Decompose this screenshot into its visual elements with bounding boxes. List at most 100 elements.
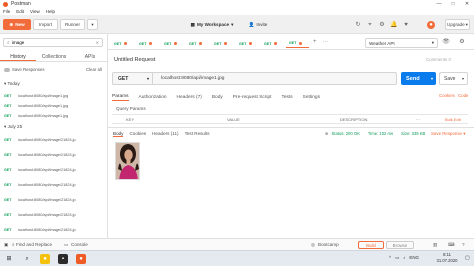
sidebar-search[interactable]: ⌕ ✕ (3, 38, 103, 47)
request-tab[interactable]: GET (111, 39, 134, 48)
volume-icon[interactable]: ♪ (403, 255, 405, 261)
upgrade-button[interactable]: Upgrade ▾ (445, 19, 470, 30)
favorites-heart-icon[interactable]: ♥ (402, 21, 410, 29)
clear-search-icon[interactable]: ✕ (96, 40, 99, 45)
history-item[interactable]: GET localhost:8080/api/image1.jpg (4, 91, 104, 101)
send-button[interactable]: Send ▾ (401, 72, 436, 85)
more-tabs-icon[interactable]: ··· (323, 39, 328, 45)
network-icon[interactable]: ▭ (395, 255, 399, 261)
bulk-edit-link[interactable]: Bulk Edit (445, 117, 461, 122)
language-indicator[interactable]: ENG (409, 255, 419, 261)
tab-apis[interactable]: APIs (72, 52, 108, 61)
response-tab-body[interactable]: Body (113, 131, 124, 137)
invite-button[interactable]: 👤 Invite (245, 19, 271, 30)
bootcamp-button[interactable]: Bootcamp (318, 242, 339, 247)
request-tab[interactable]: GET (186, 39, 209, 48)
menu-file[interactable]: File (3, 9, 10, 14)
request-tab[interactable]: GET (161, 39, 184, 48)
console-button[interactable]: Console (71, 242, 88, 247)
build-button[interactable]: Build (358, 241, 384, 249)
postman-app-icon[interactable]: ● (76, 254, 86, 264)
menu-view[interactable]: View (30, 9, 40, 14)
sidebar-search-input[interactable] (11, 40, 92, 45)
sidebar-toggle-icon[interactable]: ▣ (4, 242, 8, 248)
save-response-button[interactable]: Save Response ▾ (431, 131, 465, 137)
tab-authorization[interactable]: Authorization (139, 95, 167, 100)
request-tab[interactable]: GET (211, 39, 234, 48)
interceptor-icon[interactable]: ⌖ (366, 21, 374, 29)
request-tab[interactable]: GET (236, 39, 259, 48)
history-group-july-25[interactable]: ▾ July 25 (4, 124, 22, 130)
console-icon[interactable]: ▭ (64, 242, 68, 248)
url-input[interactable]: localhost:8080/api/image1.jpg (152, 72, 397, 85)
tab-collections[interactable]: Collections (36, 52, 72, 61)
environment-select[interactable]: Weather API ▾ (365, 38, 438, 48)
response-tab-test-results[interactable]: Test Results (185, 131, 210, 137)
request-title[interactable]: Untitled Request (114, 57, 155, 63)
new-tab-plus-icon[interactable]: + (313, 39, 317, 45)
tab-body[interactable]: Body (212, 95, 223, 100)
history-item[interactable]: GET localhost:8080/api/image/21824.jp (4, 210, 104, 220)
workspace-switcher[interactable]: ▦ My Workspace ▾ (183, 19, 241, 30)
chevron-down-icon[interactable]: ▾ (431, 76, 433, 81)
windows-start-icon[interactable]: ⊞ (4, 254, 14, 264)
history-item[interactable]: GET localhost:8080/api/image/21824.jp (4, 165, 104, 175)
search-icon[interactable]: ⌕ (22, 254, 32, 264)
save-responses-toggle[interactable]: Save Responses (4, 67, 45, 72)
history-item[interactable]: GET localhost:8080/api/image1.jpg (4, 111, 104, 121)
maximize-button[interactable]: □ (446, 1, 460, 7)
keyboard-shortcuts-icon[interactable]: ⌨ (448, 242, 455, 248)
history-item[interactable]: GET localhost:8080/api/image/21824.jp (4, 225, 104, 235)
eye-icon[interactable]: 👁 (442, 38, 450, 46)
import-button[interactable]: Import (33, 19, 58, 30)
response-tab-headers[interactable]: Headers (11) (152, 131, 178, 137)
history-item[interactable]: GET localhost:8080/api/image1.jpg (4, 101, 104, 111)
code-link[interactable]: Code (458, 93, 469, 98)
comments-link[interactable]: Comments 0 (426, 57, 451, 62)
environment-settings-icon[interactable]: ⚙ (458, 38, 466, 46)
close-window-button[interactable]: ✕ (460, 1, 474, 7)
bootcamp-icon[interactable]: ◎ (311, 242, 315, 248)
tab-pre-request-script[interactable]: Pre-request Script (233, 95, 272, 100)
tab-headers[interactable]: Headers (7) (177, 95, 202, 100)
taskbar-clock[interactable]: 8:11 31.07.2020 (431, 252, 463, 264)
cookies-link[interactable]: Cookies (439, 93, 455, 98)
more-options-icon[interactable]: ··· (416, 117, 420, 122)
tab-params[interactable]: Params (112, 94, 129, 101)
notifications-icon[interactable]: ▢ (465, 255, 470, 261)
terminal-icon[interactable]: ▪ (58, 254, 68, 264)
history-item[interactable]: GET localhost:8080/api/image/21824.jp (4, 180, 104, 190)
browse-button[interactable]: Browse (386, 241, 414, 249)
chevron-down-icon[interactable]: ▾ (462, 76, 464, 81)
two-pane-view-icon[interactable]: ▥ (433, 242, 437, 248)
chrome-browser-icon[interactable]: ● (40, 254, 50, 264)
save-button[interactable]: Save ▾ (439, 72, 468, 85)
method-select[interactable]: GET ▾ (112, 72, 152, 85)
notifications-bell-icon[interactable]: 🔔 (390, 21, 398, 29)
tab-settings[interactable]: Settings (303, 95, 320, 100)
new-window-button[interactable]: ▾ (87, 19, 98, 30)
history-group-today[interactable]: ▾ Today (4, 81, 20, 87)
toggle-switch[interactable] (4, 67, 10, 72)
response-tab-cookies[interactable]: Cookies (129, 131, 146, 137)
menu-edit[interactable]: Edit (16, 9, 24, 14)
user-avatar[interactable]: ● (427, 21, 435, 29)
search-icon[interactable]: ⌕ (12, 242, 15, 247)
minimize-button[interactable]: — (432, 1, 446, 7)
history-item[interactable]: GET localhost:8080/api/image/21824.jp (4, 135, 104, 145)
menu-help[interactable]: Help (46, 9, 55, 14)
new-button[interactable]: ⊕ New (3, 19, 31, 30)
find-replace-button[interactable]: Find and Replace (16, 242, 52, 247)
history-item[interactable]: GET localhost:8080/api/image/21824.jp (4, 150, 104, 160)
runner-button[interactable]: Runner (60, 19, 85, 30)
history-item[interactable]: GET localhost:8080/api/image/21824.jp (4, 195, 104, 205)
request-tab[interactable]: GET (136, 39, 159, 48)
settings-icon[interactable]: ⚙ (378, 21, 386, 29)
request-tab[interactable]: GET (261, 39, 284, 48)
tab-history[interactable]: History (0, 52, 36, 61)
tab-tests[interactable]: Tests (281, 95, 292, 100)
help-icon[interactable]: ? (462, 242, 465, 247)
tray-chevron-icon[interactable]: ^ (389, 255, 391, 261)
sync-icon[interactable]: ↻ (354, 21, 362, 29)
request-tab-active[interactable]: GET (286, 39, 309, 48)
